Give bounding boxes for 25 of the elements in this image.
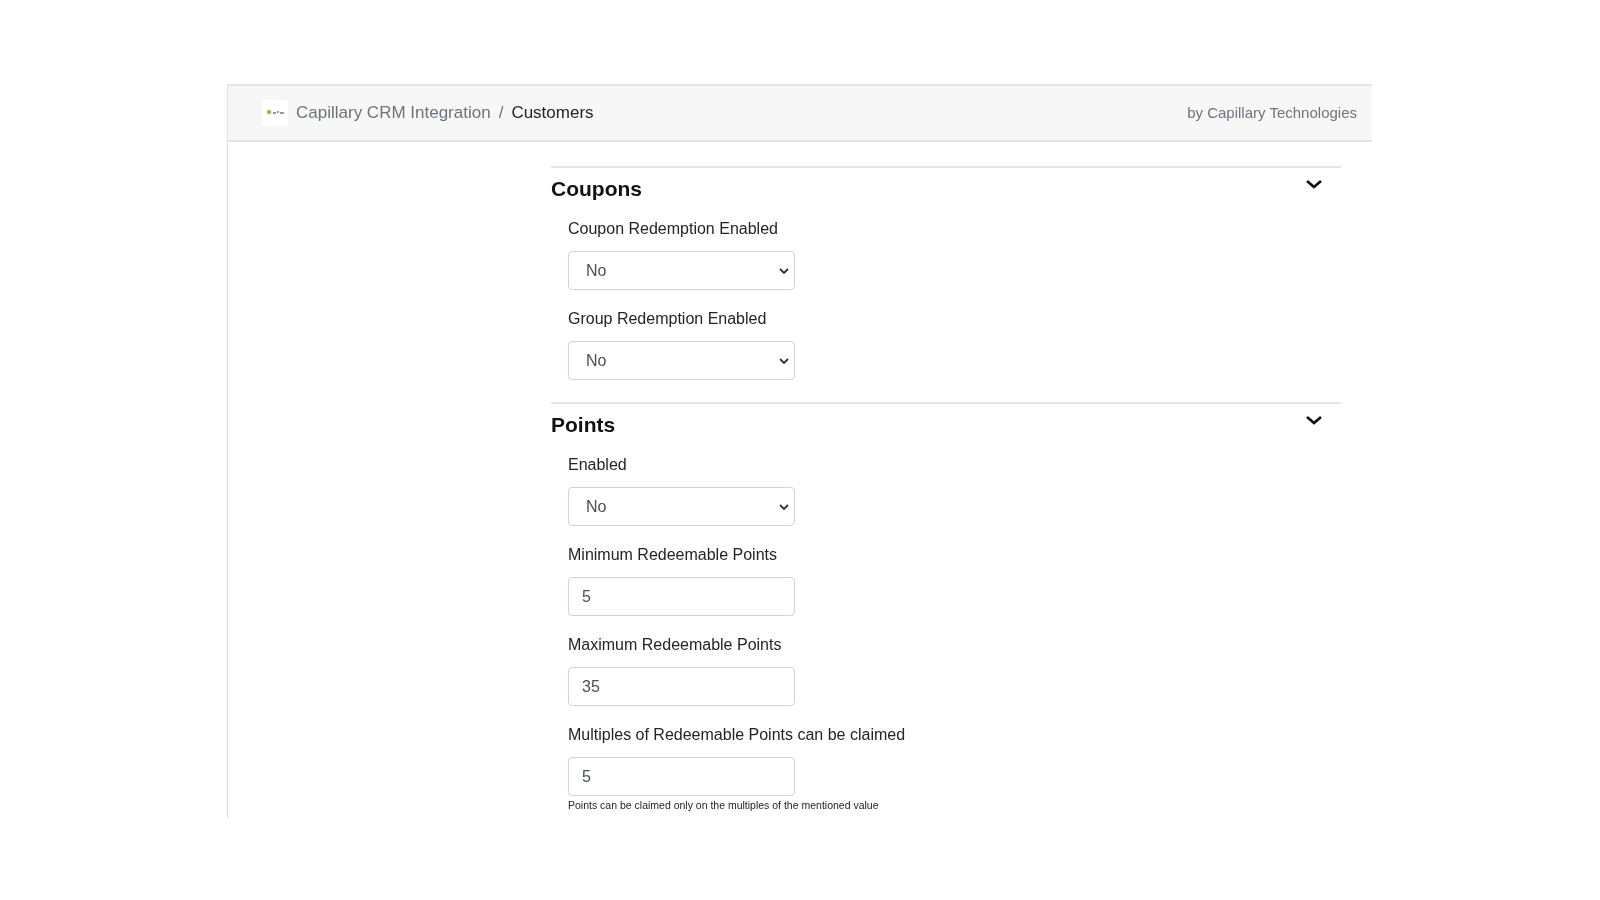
- caret-icon: [779, 266, 789, 275]
- section-heading: Points: [551, 412, 616, 438]
- chevron-down-icon[interactable]: [1305, 178, 1323, 190]
- input-field[interactable]: 35: [568, 667, 795, 706]
- breadcrumb-separator: /: [498, 102, 504, 125]
- byline: by Capillary Technologies: [1187, 102, 1357, 123]
- input-field[interactable]: 5: [568, 577, 795, 616]
- logo-icon: [262, 100, 288, 126]
- field-label: Enabled: [568, 455, 628, 475]
- breadcrumb-link[interactable]: Capillary CRM Integration: [296, 100, 491, 126]
- caret-icon: [779, 356, 789, 365]
- dropdown-select[interactable]: No: [568, 251, 795, 290]
- field-label: Group Redemption Enabled: [568, 309, 768, 329]
- breadcrumb-current: Customers: [511, 102, 594, 125]
- section-heading: Coupons: [551, 176, 642, 202]
- field-label: Multiples of Redeemable Points can be claimed: [568, 725, 907, 745]
- dropdown-select[interactable]: No: [568, 487, 795, 526]
- field-label: Maximum Redeemable Points: [568, 635, 783, 655]
- field-hint: Points can be claimed only on the multiples of the mentioned value: [568, 798, 880, 812]
- field-label: Minimum Redeemable Points: [568, 545, 778, 565]
- chevron-down-icon[interactable]: [1305, 414, 1323, 426]
- input-field[interactable]: 5: [568, 757, 795, 796]
- field-label: Coupon Redemption Enabled: [568, 219, 779, 239]
- caret-icon: [779, 502, 789, 511]
- dropdown-select[interactable]: No: [568, 341, 795, 380]
